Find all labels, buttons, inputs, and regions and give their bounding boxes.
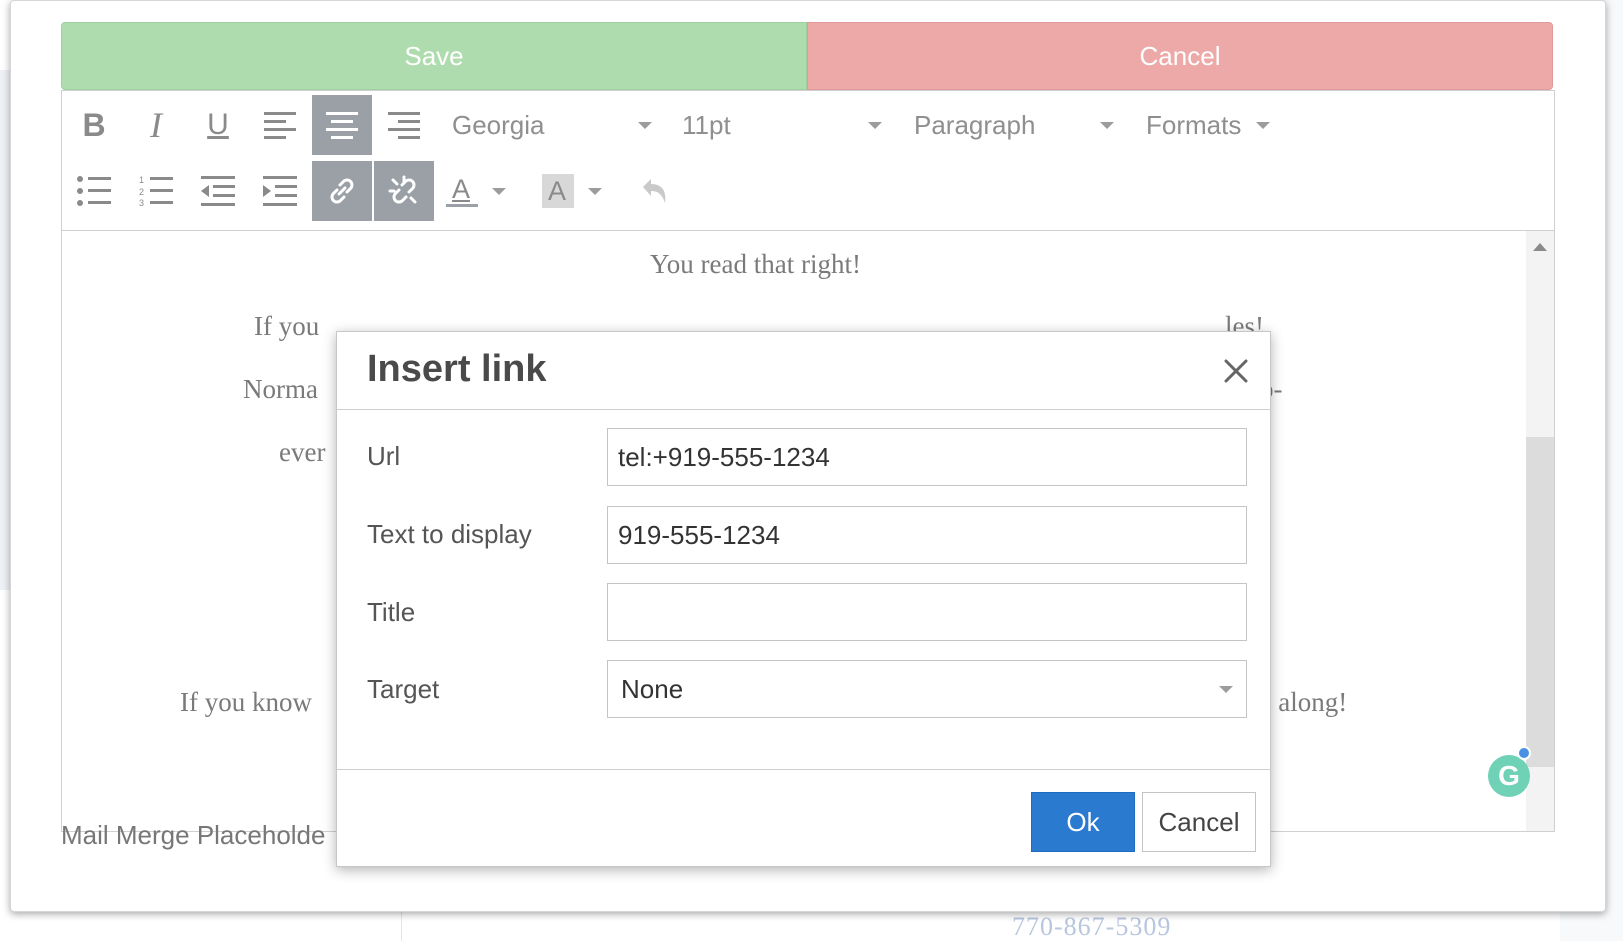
url-input[interactable] (607, 428, 1247, 486)
undo-icon (643, 179, 666, 203)
editor-toolbar: B I U Georgia 11pt Paragraph Formats 1 2… (62, 91, 1554, 231)
background-color-button[interactable]: A (532, 161, 612, 221)
block-format-select[interactable]: Paragraph (914, 95, 1114, 155)
grammarly-icon[interactable]: G (1488, 755, 1530, 797)
target-label: Target (367, 674, 440, 704)
mail-merge-label: Mail Merge Placeholde (61, 820, 326, 850)
background-color-icon: A (542, 174, 574, 208)
numbered-list-button[interactable]: 1 2 3 (126, 161, 186, 221)
align-center-icon (326, 112, 358, 139)
font-family-value: Georgia (452, 109, 545, 140)
scrollbar-thumb[interactable] (1526, 437, 1554, 767)
underline-button[interactable]: U (188, 95, 248, 155)
content-line: ever (279, 437, 326, 467)
chevron-down-icon (868, 121, 882, 129)
align-right-button[interactable] (374, 95, 434, 155)
text-to-display-input[interactable] (607, 506, 1247, 564)
content-line: Norma (243, 374, 318, 404)
unlink-icon (388, 175, 417, 204)
dialog-header: Insert link (337, 332, 1270, 410)
save-button[interactable]: Save (61, 22, 807, 90)
content-line: If you (254, 311, 320, 341)
link-icon (330, 178, 354, 204)
formats-menu[interactable]: Formats (1146, 95, 1270, 155)
svg-text:2: 2 (139, 187, 144, 197)
bold-button[interactable]: B (64, 95, 124, 155)
align-left-button[interactable] (250, 95, 310, 155)
close-button[interactable] (1219, 354, 1253, 388)
url-label: Url (367, 441, 401, 471)
indent-icon (263, 176, 297, 206)
bold-icon: B (82, 106, 106, 143)
italic-button[interactable]: I (126, 95, 186, 155)
chevron-down-icon (492, 187, 506, 195)
formats-label: Formats (1146, 109, 1242, 140)
grammarly-status-dot (1517, 746, 1531, 760)
content-line: You read that right! (650, 249, 861, 279)
scroll-up-arrow-icon[interactable] (1533, 243, 1547, 251)
bullet-list-button[interactable] (64, 161, 124, 221)
target-select[interactable]: None (607, 660, 1247, 718)
title-label: Title (367, 597, 416, 627)
close-icon (1224, 359, 1248, 383)
chevron-down-icon (1219, 685, 1233, 693)
outdent-icon (201, 176, 235, 206)
chevron-down-icon (588, 187, 602, 195)
content-line: If you know (180, 687, 312, 717)
text-color-icon: A (446, 174, 478, 208)
cancel-button[interactable]: Cancel (807, 22, 1553, 90)
underline-icon: U (207, 108, 229, 141)
align-center-button[interactable] (312, 95, 372, 155)
numbered-list-icon: 1 2 3 (139, 175, 173, 207)
ok-button[interactable]: Ok (1031, 792, 1135, 852)
dialog-footer-divider (337, 769, 1270, 770)
indent-button[interactable] (250, 161, 310, 221)
bullet-list-icon (77, 176, 111, 206)
font-family-select[interactable]: Georgia (452, 95, 652, 155)
undo-button[interactable] (624, 161, 684, 221)
remove-link-button[interactable] (374, 161, 434, 221)
outdent-button[interactable] (188, 161, 248, 221)
dialog-cancel-button[interactable]: Cancel (1142, 792, 1256, 852)
align-right-icon (388, 112, 420, 139)
align-left-icon (264, 112, 296, 139)
insert-link-dialog: Insert link Url Text to display Title Ta… (336, 331, 1271, 867)
italic-icon: I (150, 105, 162, 145)
svg-text:3: 3 (139, 198, 144, 207)
dialog-title: Insert link (367, 348, 547, 390)
background-strip (0, 70, 10, 590)
chevron-down-icon (1100, 121, 1114, 129)
chevron-down-icon (1256, 121, 1270, 129)
insert-link-button[interactable] (312, 161, 372, 221)
block-format-value: Paragraph (914, 109, 1036, 140)
svg-text:1: 1 (139, 175, 144, 185)
background-phone-text: 770-867-5309 (1012, 912, 1172, 941)
chevron-down-icon (638, 121, 652, 129)
font-size-select[interactable]: 11pt (682, 95, 882, 155)
title-input[interactable] (607, 583, 1247, 641)
font-size-value: 11pt (682, 109, 731, 140)
text-color-button[interactable]: A (436, 161, 516, 221)
editor-scrollbar[interactable] (1526, 231, 1554, 831)
target-value: None (621, 673, 684, 704)
text-to-display-label: Text to display (367, 519, 532, 549)
